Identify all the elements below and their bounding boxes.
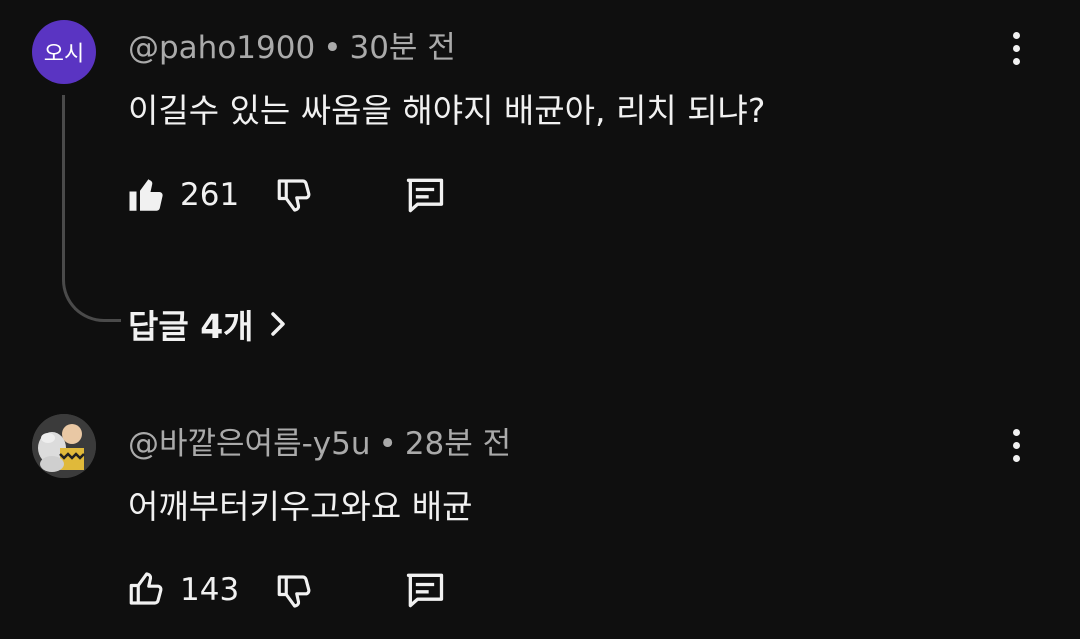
avatar[interactable]: 오시 bbox=[32, 20, 96, 84]
thumbs-up-icon bbox=[129, 179, 163, 211]
comment-handle[interactable]: @paho1900 bbox=[128, 30, 315, 66]
comment-text: 이길수 있는 싸움을 해야지 배균아, 리치 되냐? bbox=[128, 91, 766, 130]
more-options-button[interactable] bbox=[1000, 425, 1032, 465]
thumbs-up-icon bbox=[129, 572, 163, 605]
like-count: 143 bbox=[180, 572, 240, 608]
like-count: 261 bbox=[180, 177, 240, 213]
dislike-button[interactable] bbox=[274, 570, 316, 612]
chevron-right-icon bbox=[270, 312, 285, 336]
thumbs-down-icon bbox=[277, 179, 311, 212]
reply-button[interactable] bbox=[402, 173, 448, 217]
more-options-button[interactable] bbox=[1000, 28, 1032, 68]
reply-button[interactable] bbox=[402, 568, 448, 612]
more-vert-icon bbox=[1012, 31, 1020, 39]
comment-time: 30분 전 bbox=[349, 30, 456, 66]
comment-time: 28분 전 bbox=[404, 426, 512, 462]
avatar-image bbox=[32, 414, 96, 478]
comment-meta: @바깥은여름-y5u • 28분 전 bbox=[128, 418, 511, 463]
reply-icon bbox=[406, 573, 444, 608]
comment-meta: @paho1900 • 30분 전 bbox=[128, 22, 456, 67]
separator: • bbox=[378, 426, 397, 462]
comment-text: 어깨부터키우고와요 배균 bbox=[128, 487, 473, 526]
thumbs-down-icon bbox=[277, 575, 311, 608]
reply-icon bbox=[406, 178, 444, 213]
like-button[interactable] bbox=[126, 174, 168, 216]
thread-line bbox=[62, 95, 121, 322]
dislike-button[interactable] bbox=[274, 174, 316, 216]
more-vert-icon bbox=[1012, 428, 1020, 436]
replies-button[interactable]: 답글 4개 bbox=[128, 300, 288, 348]
avatar-initials: 오시 bbox=[43, 42, 85, 67]
comment-handle[interactable]: @바깥은여름-y5u bbox=[128, 426, 371, 462]
avatar[interactable] bbox=[32, 414, 96, 478]
separator: • bbox=[323, 30, 342, 66]
replies-label: 답글 4개 bbox=[128, 307, 254, 346]
like-button[interactable] bbox=[126, 568, 168, 610]
